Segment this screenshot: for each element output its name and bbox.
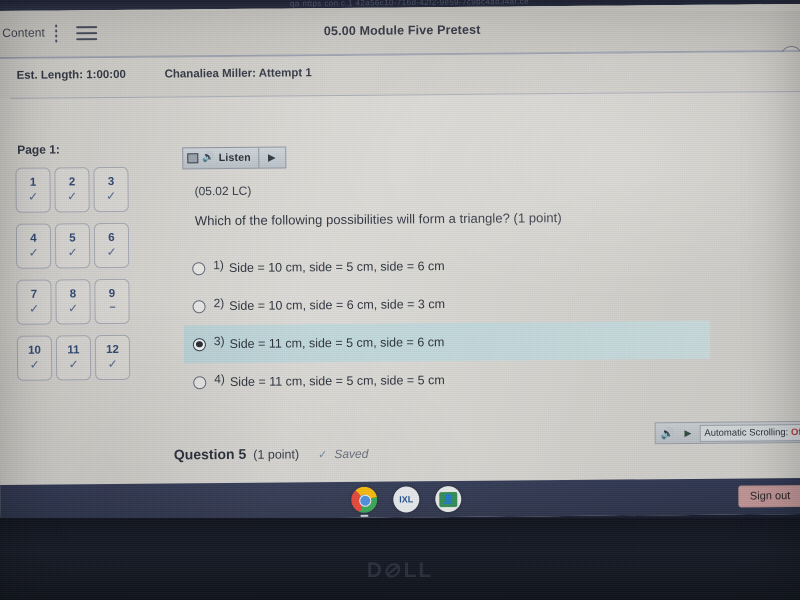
question-nav-number: 7: [30, 288, 38, 301]
chrome-icon[interactable]: [351, 486, 378, 517]
listen-button[interactable]: 🔊 Listen: [183, 147, 259, 169]
classroom-icon[interactable]: 👤: [435, 485, 462, 513]
answer-option[interactable]: 2) Side = 10 cm, side = 6 cm, side = 3 cm: [183, 282, 743, 325]
os-taskbar: IXL 👤 Sign out: [0, 477, 800, 521]
question-nav-cell[interactable]: 10 ✓: [16, 335, 53, 381]
answer-option-text: Side = 11 cm, side = 5 cm, side = 6 cm: [229, 335, 445, 351]
answered-check-icon: ✓: [29, 301, 40, 316]
taskbar-icons: IXL 👤: [0, 478, 800, 521]
question-nav-cell[interactable]: 1 ✓: [15, 167, 51, 213]
top-bar: 05.00 Module Five Pretest Content: [0, 3, 800, 57]
question-code: (05.02 LC): [194, 183, 252, 199]
question-nav-cell[interactable]: 12 ✓: [94, 334, 131, 381]
quiz-application: 05.00 Module Five Pretest Content ❮ Est.…: [0, 3, 800, 521]
answer-option-text: Side = 11 cm, side = 5 cm, side = 5 cm: [229, 373, 445, 389]
answer-option-number: 1): [213, 258, 224, 273]
question-nav-number: 4: [30, 232, 37, 245]
question-nav-number: 10: [28, 344, 41, 357]
answered-check-icon: ✓: [107, 357, 118, 372]
classroom-glyph: 👤: [439, 491, 458, 507]
question-nav-cell[interactable]: 9 --: [94, 278, 130, 325]
autoscroll-label: Automatic Scrolling:: [704, 426, 789, 439]
question-nav-number: 11: [67, 344, 80, 357]
radio-button-selected[interactable]: [192, 337, 206, 351]
page-label: Page 1:: [17, 142, 60, 157]
question-nav-number: 3: [107, 175, 115, 188]
question-nav-cell[interactable]: 2 ✓: [54, 167, 90, 213]
answer-options: 1) Side = 10 cm, side = 5 cm, side = 6 cm…: [183, 244, 744, 401]
answer-option-number: 2): [213, 296, 225, 311]
question-nav-cell[interactable]: 8 ✓: [55, 279, 91, 325]
answer-option[interactable]: 4) Side = 11 cm, side = 5 cm, side = 5 cm: [184, 358, 744, 401]
dell-logo: D⊘LL: [0, 558, 800, 583]
laptop-bezel: D⊘LL: [0, 518, 800, 600]
laptop-screen-photo: qa nttps con c.1 42a56c10-716d-42f2-9e59…: [0, 0, 800, 600]
question-nav-number: 9: [108, 287, 116, 300]
attempt-label: Chanaliea Miller: Attempt 1: [164, 67, 312, 81]
question-nav-number: 6: [108, 231, 115, 244]
content-label[interactable]: Content: [2, 26, 45, 40]
answered-check-icon: ✓: [67, 189, 78, 204]
blue-app-icon[interactable]: IXL: [393, 486, 420, 513]
radio-dot: [196, 340, 203, 348]
dell-brand-ll: LL: [403, 559, 434, 582]
answer-option-text: Side = 10 cm, side = 6 cm, side = 3 cm: [229, 297, 446, 313]
dell-brand-o: ⊘: [381, 559, 407, 582]
answered-check-icon: ✓: [28, 245, 39, 260]
autoscroll-value: Off: [790, 426, 800, 438]
unanswered-dash-icon: --: [109, 301, 115, 314]
play-triangle-icon[interactable]: ▶: [681, 427, 694, 438]
blue-app-label: IXL: [399, 494, 414, 505]
answered-check-icon: ✓: [68, 301, 79, 316]
question-nav-cell[interactable]: 11 ✓: [55, 335, 92, 381]
radio-button[interactable]: [192, 261, 206, 275]
answer-option[interactable]: 1) Side = 10 cm, side = 5 cm, side = 6 cm: [183, 244, 743, 287]
question-nav-cell[interactable]: 5 ✓: [54, 223, 91, 269]
question-number-label: Question 5: [173, 445, 247, 463]
autoscroll-toolbar[interactable]: 🔊 ▶ Automatic Scrolling: Off: [654, 420, 800, 445]
answered-check-icon: ✓: [29, 357, 40, 372]
answered-check-icon: ✓: [106, 245, 117, 260]
radio-button[interactable]: [192, 299, 206, 313]
listen-toolbar[interactable]: 🔊 Listen ▶: [182, 146, 286, 170]
question-nav-cell[interactable]: 6 ✓: [93, 222, 130, 269]
sign-out-button[interactable]: Sign out: [737, 484, 800, 508]
page-navigator: Page 1: 1 ✓ 2 ✓ 3 ✓ 4 ✓ 5 ✓ 6 ✓ 7 ✓ 8 ✓ 9 -- 10 ✓ 11 ✓ 12 ✓: [9, 142, 141, 381]
est-length-label: Est. Length: 1:00:00: [16, 68, 126, 82]
speaker-icon: 🔊: [202, 152, 215, 164]
question-nav-number: 2: [68, 176, 76, 189]
question-text: Which of the following possibilities wil…: [194, 210, 562, 229]
question-nav-number: 8: [69, 288, 77, 301]
answer-option-number: 4): [214, 372, 225, 387]
radio-button[interactable]: [193, 375, 207, 389]
play-triangle-icon[interactable]: ▶: [259, 147, 285, 167]
answered-check-icon: ✓: [67, 245, 78, 260]
stop-square-icon[interactable]: [187, 153, 199, 164]
answered-check-icon: ✓: [68, 357, 79, 372]
question-nav-number: 5: [69, 232, 76, 245]
running-indicator: [360, 514, 369, 517]
question-nav-cell[interactable]: 3 ✓: [93, 166, 129, 213]
answered-check-icon: ✓: [28, 189, 39, 204]
answered-check-icon: ✓: [106, 189, 117, 204]
answer-option-text: Side = 10 cm, side = 5 cm, side = 6 cm: [228, 259, 445, 275]
autoscroll-status-box[interactable]: Automatic Scrolling: Off: [699, 423, 800, 442]
speaker-icon[interactable]: 🔊: [659, 427, 677, 440]
question-nav-cell[interactable]: 7 ✓: [16, 279, 52, 325]
question-points: (1 point): [253, 447, 300, 462]
question-nav-number: 12: [106, 343, 119, 356]
question-footer: Question 5 (1 point) ✓ Saved: [174, 445, 369, 463]
question-nav-cell[interactable]: 4 ✓: [15, 223, 52, 269]
answer-option[interactable]: 3) Side = 11 cm, side = 5 cm, side = 6 cm: [183, 320, 711, 364]
page-title: 05.00 Module Five Pretest: [323, 22, 481, 39]
vertical-dots-icon[interactable]: [54, 24, 58, 43]
listen-label: Listen: [218, 151, 251, 165]
saved-check-icon: ✓: [318, 449, 328, 462]
saved-status: Saved: [334, 446, 369, 462]
question-nav-number: 1: [29, 176, 37, 189]
screen-surface: 05.00 Module Five Pretest Content ❮ Est.…: [0, 3, 800, 521]
answer-option-number: 3): [213, 334, 225, 349]
question-grid: 1 ✓ 2 ✓ 3 ✓ 4 ✓ 5 ✓ 6 ✓ 7 ✓ 8 ✓ 9 -- 10 ✓ 11 ✓ 12 ✓: [15, 166, 141, 381]
hamburger-menu-icon[interactable]: [76, 26, 98, 41]
